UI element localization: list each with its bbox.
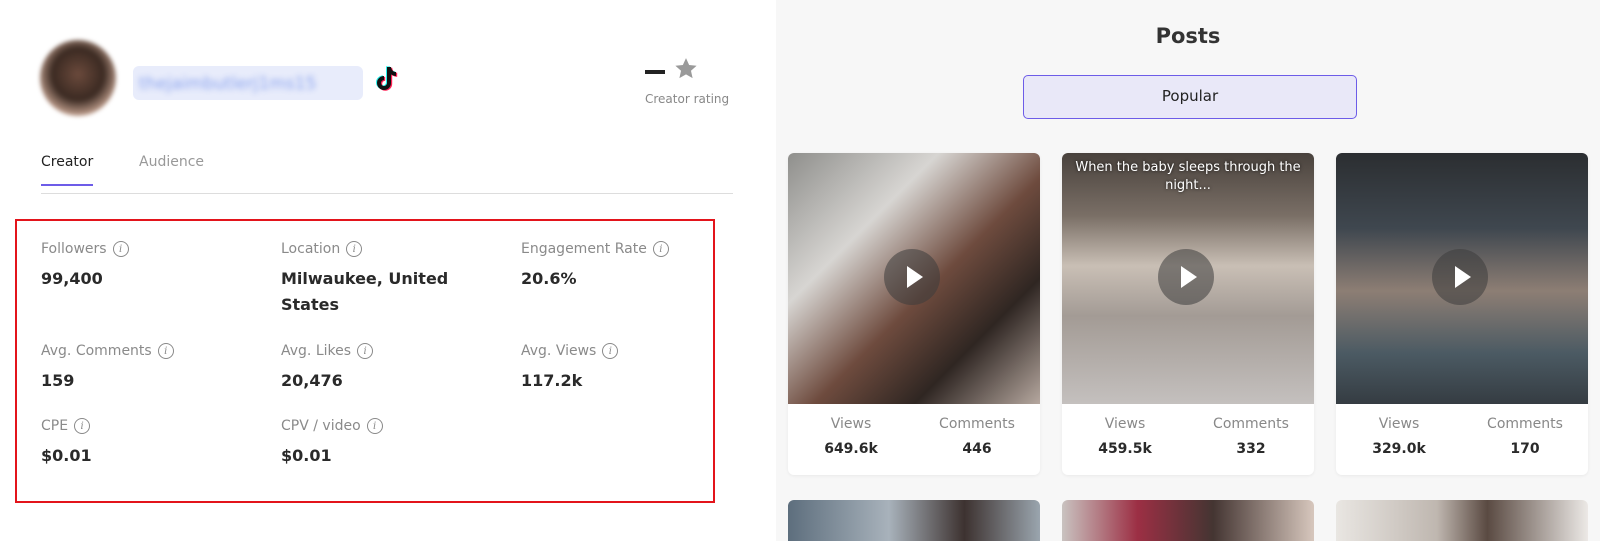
- play-icon[interactable]: [884, 249, 940, 305]
- username-text: thejaimbutlerj1ms15: [139, 74, 317, 94]
- stat-value: Milwaukee, United States: [281, 269, 449, 314]
- metric-value: 170: [1510, 441, 1540, 457]
- metric-label: Views: [830, 416, 872, 432]
- rating-label: Creator rating: [645, 92, 730, 106]
- creator-panel: thejaimbutlerj1ms15 Creator rating Creat…: [0, 0, 776, 541]
- stat-value: $0.01: [41, 446, 92, 465]
- metric-value: 332: [1236, 441, 1266, 457]
- posts-panel: Posts Popular Views 649.6k Comments 446 …: [776, 0, 1600, 541]
- stat-value: 99,400: [41, 269, 103, 288]
- post-card[interactable]: When the baby sleeps through the night..…: [1062, 153, 1314, 475]
- stat-avg-comments: Avg. Comments i 159: [41, 343, 174, 394]
- metric-label: Views: [1378, 416, 1420, 432]
- stat-avg-views: Avg. Views i 117.2k: [521, 343, 619, 394]
- stat-label: CPE: [41, 418, 69, 434]
- post-comments: Comments 332: [1188, 416, 1314, 457]
- posts-title: Posts: [1155, 24, 1221, 48]
- metric-label: Views: [1104, 416, 1146, 432]
- stat-label: Avg. Views: [521, 343, 597, 359]
- stat-label: Avg. Likes: [281, 343, 352, 359]
- play-icon[interactable]: [1158, 249, 1214, 305]
- stat-label: Followers: [41, 241, 107, 257]
- star-icon: [675, 58, 697, 79]
- stat-value: 20,476: [281, 371, 343, 390]
- info-icon[interactable]: i: [357, 343, 374, 359]
- metric-label: Comments: [1213, 416, 1289, 432]
- post-views: Views 649.6k: [788, 416, 914, 457]
- stats-highlight-box: Followers i 99,400 Location i Milwaukee, U…: [15, 219, 715, 503]
- stat-cpe: CPE i $0.01: [41, 418, 92, 469]
- metric-value: 446: [962, 441, 992, 457]
- stat-value: $0.01: [281, 446, 332, 465]
- profile-tabs: Creator Audience: [41, 154, 733, 194]
- post-views: Views 329.0k: [1336, 416, 1462, 457]
- stat-followers: Followers i 99,400: [41, 241, 129, 292]
- post-card[interactable]: Views 649.6k Comments 446: [788, 153, 1040, 475]
- info-icon[interactable]: i: [74, 418, 91, 434]
- stat-value: 159: [41, 371, 75, 390]
- post-card-peek[interactable]: [788, 500, 1040, 541]
- creator-rating: Creator rating: [645, 56, 735, 108]
- stat-engagement-rate: Engagement Rate i 20.6%: [521, 241, 669, 292]
- metric-value: 649.6k: [824, 441, 878, 457]
- metric-label: Comments: [939, 416, 1015, 432]
- post-card-peek[interactable]: [1062, 500, 1314, 541]
- stat-cpv-video: CPV / video i $0.01: [281, 418, 383, 469]
- info-icon[interactable]: i: [602, 343, 619, 359]
- stat-label: CPV / video: [281, 418, 361, 434]
- info-icon[interactable]: i: [366, 418, 383, 434]
- info-icon[interactable]: i: [112, 241, 129, 257]
- username-blurred[interactable]: thejaimbutlerj1ms15: [133, 66, 363, 100]
- popular-filter-button[interactable]: Popular: [1023, 75, 1357, 119]
- stat-label: Location: [281, 241, 341, 257]
- info-icon[interactable]: i: [346, 241, 363, 257]
- post-card[interactable]: Views 329.0k Comments 170: [1336, 153, 1588, 475]
- stat-value: 117.2k: [521, 371, 583, 390]
- info-icon[interactable]: i: [157, 343, 174, 359]
- stat-avg-likes: Avg. Likes i 20,476: [281, 343, 374, 394]
- post-caption: When the baby sleeps through the night..…: [1075, 160, 1301, 193]
- rating-value-dash: [645, 70, 665, 74]
- stat-label: Engagement Rate: [521, 241, 647, 257]
- metric-label: Comments: [1487, 416, 1563, 432]
- post-comments: Comments 170: [1462, 416, 1588, 457]
- stat-label: Avg. Comments: [41, 343, 152, 359]
- tab-audience[interactable]: Audience: [139, 154, 204, 184]
- tab-creator[interactable]: Creator: [41, 154, 94, 186]
- stat-location: Location i Milwaukee, United States: [281, 241, 471, 318]
- metric-value: 459.5k: [1098, 441, 1152, 457]
- post-card-peek[interactable]: [1336, 500, 1588, 541]
- tiktok-icon: [376, 66, 398, 91]
- metric-value: 329.0k: [1372, 441, 1426, 457]
- stat-value: 20.6%: [521, 269, 577, 288]
- post-views: Views 459.5k: [1062, 416, 1188, 457]
- post-comments: Comments 446: [914, 416, 1040, 457]
- play-icon[interactable]: [1432, 249, 1488, 305]
- info-icon[interactable]: i: [652, 241, 669, 257]
- avatar[interactable]: [40, 40, 116, 116]
